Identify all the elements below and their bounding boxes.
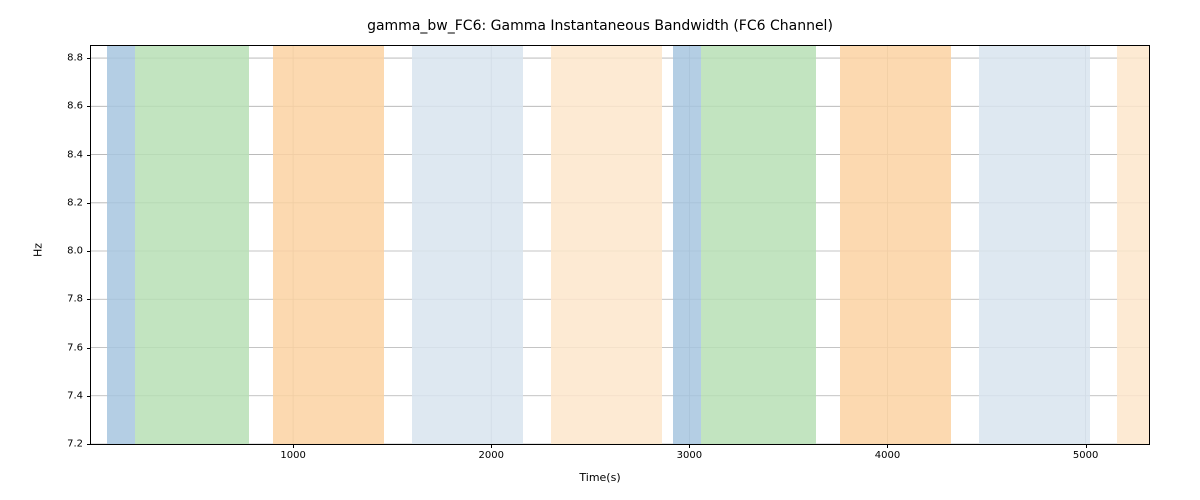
chart-title: gamma_bw_FC6: Gamma Instantaneous Bandwi… [0,18,1200,34]
y-tick-label: 7.6 [67,342,83,353]
x-tick-label: 1000 [280,450,305,461]
y-tick-label: 8.6 [67,101,83,112]
y-axis-label: Hz [32,243,45,257]
highlight-span [107,46,135,444]
y-tick-label: 7.2 [67,439,83,450]
figure: gamma_bw_FC6: Gamma Instantaneous Bandwi… [0,0,1200,500]
highlight-span [979,46,1090,444]
x-tick-label: 2000 [478,450,503,461]
y-tick-label: 7.8 [67,294,83,305]
highlight-span [1117,46,1149,444]
y-tick-label: 8.2 [67,197,83,208]
x-axis-label: Time(s) [579,471,620,484]
highlight-span [412,46,523,444]
highlight-span [840,46,951,444]
x-tick-label: 3000 [677,450,702,461]
highlight-span [701,46,816,444]
highlight-span [673,46,701,444]
highlight-span [273,46,384,444]
x-tick-label: 4000 [875,450,900,461]
y-tick-label: 7.4 [67,390,83,401]
plot-area [91,46,1149,444]
axes: 100020003000400050007.27.47.67.88.08.28.… [90,45,1150,445]
highlight-span [551,46,662,444]
x-tick-label: 5000 [1073,450,1098,461]
y-tick-label: 8.8 [67,53,83,64]
highlight-span [135,46,250,444]
y-tick-label: 8.4 [67,149,83,160]
y-tick-label: 8.0 [67,246,83,257]
